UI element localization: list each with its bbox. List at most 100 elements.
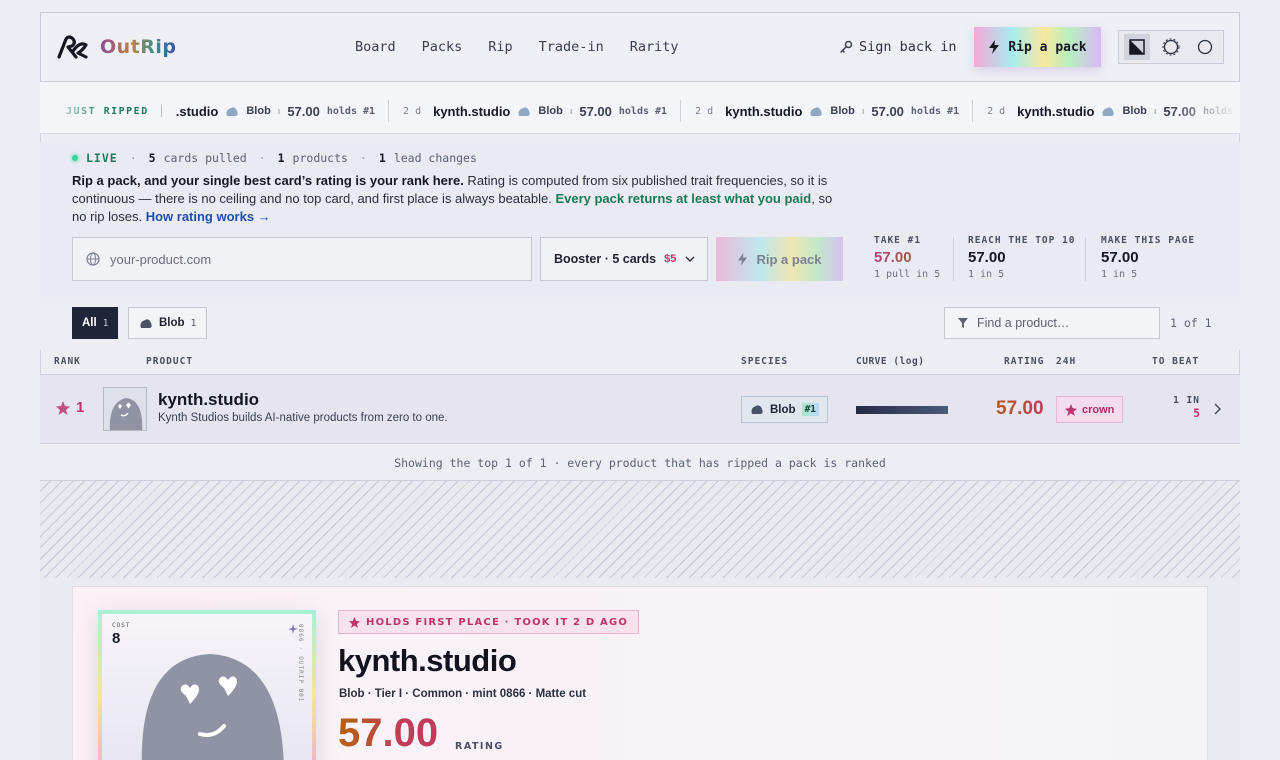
- stat-label: REACH THE TOP 10: [968, 235, 1076, 246]
- nav-packs[interactable]: Packs: [422, 39, 463, 55]
- holds-first-label: HOLDS FIRST PLACE · TOOK IT 2 D AGO: [366, 616, 629, 628]
- bolt-icon: [738, 252, 748, 266]
- intro-section: LIVE · 5 cards pulled · 1 products · 1 l…: [40, 142, 1240, 298]
- chevron-right-icon[interactable]: [1212, 403, 1222, 415]
- lead-changes-label: lead changes: [393, 151, 477, 165]
- brand-logo[interactable]: OutRip: [56, 33, 177, 61]
- theme-sun-button[interactable]: [1158, 34, 1184, 60]
- stat-label: MAKE THIS PAGE: [1101, 235, 1196, 246]
- ticker-item[interactable]: .studio Blob ı 57.00 holds #1: [175, 100, 390, 122]
- col-rank[interactable]: RANK: [54, 356, 81, 367]
- table-row[interactable]: 1 kynth.studio Kynth Studios builds AI-n…: [40, 374, 1240, 444]
- recent-rips-ticker: JUST RIPPED .studio Blob ı 57.00 holds #…: [40, 82, 1240, 134]
- blob-icon: [518, 106, 531, 116]
- ticker-item-name: kynth.studio: [433, 103, 511, 119]
- row-rating: 57.00: [996, 398, 1044, 419]
- ticker-item-species: Blob: [538, 105, 563, 117]
- col-to-beat[interactable]: TO BEAT: [1152, 356, 1199, 367]
- blob-icon: [1102, 106, 1115, 116]
- blob-ghost-icon: [109, 398, 143, 430]
- filter-all-count: 1: [102, 317, 109, 329]
- pack-type-value: Booster · 5 cards: [554, 252, 657, 266]
- filter-funnel-icon: [958, 318, 968, 328]
- filter-blob-label: Blob: [159, 317, 185, 329]
- theme-contrast-button[interactable]: [1124, 34, 1150, 60]
- ticker-item-name: .studio: [175, 103, 219, 119]
- blob-icon: [140, 318, 152, 328]
- nav-rip[interactable]: Rip: [488, 39, 512, 55]
- how-rating-works-link[interactable]: How rating works →: [146, 209, 271, 224]
- ticker-item[interactable]: 2 d kynth.studio Blob ı 57.00 holds #1: [403, 100, 682, 122]
- col-product[interactable]: PRODUCT: [146, 356, 193, 367]
- filter-blob-count: 1: [190, 317, 197, 329]
- row-product-name[interactable]: kynth.studio: [158, 390, 259, 410]
- cards-pulled-count: 5: [148, 151, 156, 165]
- key-icon: [840, 40, 853, 53]
- ticker-item-holds: holds #1: [910, 105, 960, 117]
- row-24h-badge: crown: [1056, 396, 1124, 423]
- ticker-item-score: 57.00: [579, 103, 612, 119]
- contrast-icon: [1129, 39, 1145, 55]
- col-rating[interactable]: RATING: [1004, 356, 1044, 367]
- rip-pack-button[interactable]: Rip a pack: [716, 237, 843, 281]
- theme-switcher: [1118, 30, 1224, 64]
- hatch-divider: [40, 480, 1240, 578]
- rip-pack-header-label: Rip a pack: [1008, 39, 1087, 55]
- products-count: 1: [277, 151, 285, 165]
- row-curve-bar: [856, 406, 948, 414]
- live-label: LIVE: [86, 151, 118, 165]
- product-avatar: [103, 387, 147, 431]
- filter-all-label: All: [82, 317, 97, 329]
- rip-pack-label: Rip a pack: [756, 251, 822, 267]
- ticker-item-species: Blob: [1122, 105, 1147, 117]
- live-dot-icon: [72, 155, 78, 161]
- find-product-placeholder: Find a product…: [977, 316, 1070, 330]
- nav-board[interactable]: Board: [355, 39, 396, 55]
- stat-sub: 1 in 5: [1101, 269, 1138, 280]
- live-stats-line: LIVE · 5 cards pulled · 1 products · 1 l…: [72, 151, 477, 165]
- row-species-chip: Blob #1: [741, 396, 829, 423]
- sun-icon: [1162, 38, 1180, 56]
- row-to-beat-label: 1 IN: [1173, 395, 1200, 406]
- theme-circle-button[interactable]: [1192, 34, 1218, 60]
- col-curve[interactable]: CURVE (log): [856, 356, 924, 367]
- cards-pulled-label: cards pulled: [163, 151, 247, 165]
- col-species[interactable]: SPECIES: [741, 356, 788, 367]
- sign-in-link[interactable]: Sign back in: [839, 39, 957, 55]
- row-species-rank: #1: [801, 403, 820, 416]
- pack-price: $5: [664, 253, 677, 265]
- row-rank-value: 1: [76, 399, 85, 416]
- leader-rating-label: RATING: [455, 741, 504, 752]
- nav-trade-in[interactable]: Trade-in: [539, 39, 604, 55]
- leader-name[interactable]: kynth.studio: [338, 643, 517, 679]
- ticker-item-name: kynth.studio: [1017, 103, 1095, 119]
- row-species-name: Blob: [770, 403, 796, 416]
- stat-make-page: MAKE THIS PAGE 57.00 1 in 5: [1101, 235, 1195, 280]
- find-product-input[interactable]: Find a product…: [944, 307, 1160, 339]
- ticker-item-age: 2 d: [403, 105, 422, 117]
- leader-rating: 57.00: [338, 711, 439, 755]
- logo-mark-icon: [57, 35, 88, 59]
- table-header: RANK PRODUCT SPECIES CURVE (log) RATING …: [40, 350, 1240, 374]
- blob-icon: [751, 405, 763, 414]
- intro-bold: Rip a pack, and your single best card’s …: [72, 173, 464, 188]
- lead-changes-count: 1: [378, 151, 386, 165]
- blob-icon: [226, 106, 239, 116]
- nav-rarity[interactable]: Rarity: [630, 39, 679, 55]
- filter-all-chip[interactable]: All 1: [72, 307, 119, 339]
- filter-blob-chip[interactable]: Blob 1: [128, 307, 208, 339]
- featured-leader-panel: COST 8 0866 · OUTRIP 001 HOLDS FIRST PLA…: [72, 586, 1208, 760]
- ticker-item[interactable]: 2 d kynth.studio Blob ı 57.00 holds #1: [695, 100, 974, 122]
- products-label: products: [292, 151, 348, 165]
- rip-pack-header-button[interactable]: Rip a pack: [974, 27, 1101, 67]
- globe-icon: [86, 252, 100, 266]
- product-url-field[interactable]: your-product.com: [72, 237, 532, 281]
- ticker-item-age: 2 d: [695, 105, 714, 117]
- top-header: OutRip Board Packs Rip Trade-in Rarity S…: [40, 12, 1240, 82]
- pack-type-select[interactable]: Booster · 5 cards $5: [540, 237, 708, 281]
- col-24h[interactable]: 24H: [1056, 356, 1076, 367]
- stat-value: 57.00: [1101, 249, 1139, 266]
- stat-value: 57.00: [968, 249, 1006, 266]
- leader-card[interactable]: COST 8 0866 · OUTRIP 001: [98, 610, 316, 760]
- chevron-down-icon: [685, 256, 695, 262]
